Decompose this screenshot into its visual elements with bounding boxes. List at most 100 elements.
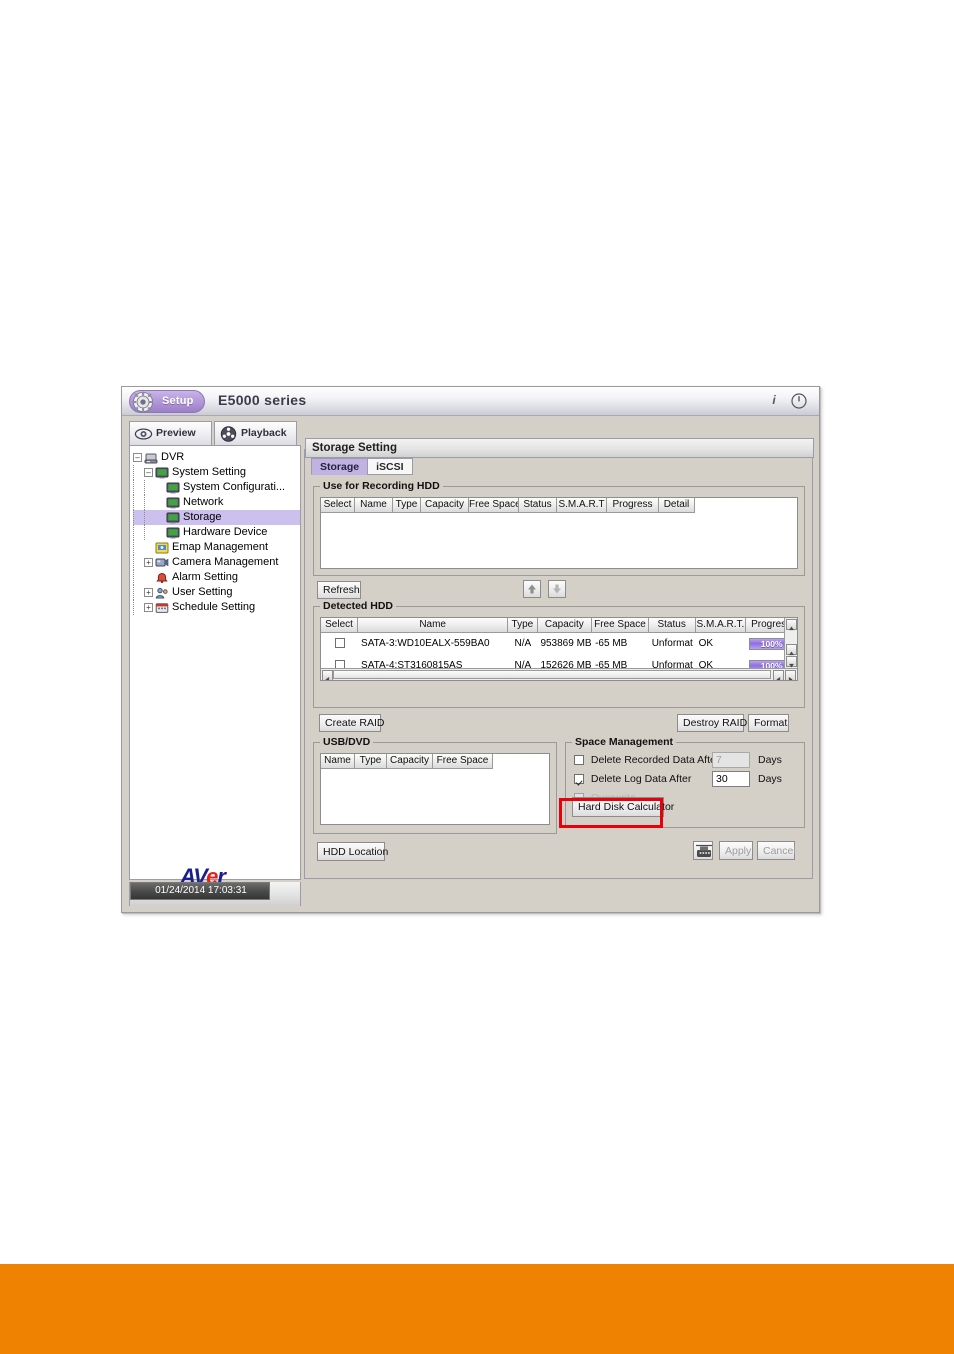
recording-hdd-column-header[interactable]: Capacity xyxy=(421,498,469,513)
navigation-tree[interactable]: – DVR – System Setting System Configurati..… xyxy=(129,445,301,880)
power-icon[interactable] xyxy=(791,393,807,409)
recording-hdd-column-header[interactable]: Free Space xyxy=(469,498,519,513)
setup-button[interactable]: Setup xyxy=(129,390,205,413)
tab-playback[interactable]: Playback xyxy=(214,421,297,445)
collapse-toggle-icon[interactable]: – xyxy=(133,453,142,462)
hdd-location-button[interactable]: HDD Location xyxy=(317,842,388,861)
tree-guide xyxy=(133,540,143,555)
sidebar-item-hardware-device[interactable]: Hardware Device xyxy=(133,525,300,540)
sidebar-item-label: DVR xyxy=(161,451,185,463)
sidebar-item-network[interactable]: Network xyxy=(133,495,300,510)
sidebar-item-label: Storage xyxy=(183,511,222,523)
sidebar-item-system-configurati[interactable]: System Configurati... xyxy=(133,480,300,495)
window-titlebar: Setup E5000 series i xyxy=(122,387,819,416)
monitor-green-icon xyxy=(155,467,169,479)
expand-toggle-icon[interactable]: + xyxy=(144,558,153,567)
move-up-button[interactable] xyxy=(523,580,541,598)
delete-log-data-checkbox[interactable] xyxy=(574,774,584,785)
scroll-right-button-b[interactable] xyxy=(785,670,796,680)
recording-hdd-column-header[interactable]: Name xyxy=(355,498,393,513)
collapse-toggle-icon[interactable]: – xyxy=(144,468,153,477)
info-icon[interactable]: i xyxy=(767,393,781,409)
mode-tab-bar: Preview Playback xyxy=(129,421,301,445)
detected-hdd-column-header[interactable]: Free Space xyxy=(592,618,649,633)
row-select-checkbox[interactable] xyxy=(334,638,345,649)
detected-hdd-column-header[interactable]: Name xyxy=(358,618,509,633)
delete-recorded-data-checkbox[interactable] xyxy=(574,755,584,766)
sidebar-item-schedule-setting[interactable]: + Schedule Setting xyxy=(133,600,300,615)
expand-toggle-icon[interactable]: + xyxy=(144,603,153,612)
cell-capacity: 953869 MB xyxy=(540,638,592,649)
scroll-down-button[interactable] xyxy=(786,656,797,668)
detected-hdd-table[interactable]: Select Name Type Capacity Free Space Status S.… xyxy=(320,617,798,681)
detected-hdd-column-header[interactable]: Select xyxy=(321,618,359,633)
save-device-button[interactable] xyxy=(693,841,713,860)
sidebar-item-dvr[interactable]: – DVR xyxy=(133,450,300,465)
sidebar-item-camera-management[interactable]: + Camera Management xyxy=(133,555,300,570)
usb-dvd-column-header[interactable]: Capacity xyxy=(387,754,433,769)
dvr-icon xyxy=(144,452,158,464)
cancel-button[interactable]: Cancel xyxy=(757,841,796,860)
format-button[interactable]: Format xyxy=(748,714,789,732)
table-row[interactable]: SATA-3:WD10EALX-559BA0 N/A 953869 MB -65 MB… xyxy=(321,633,797,655)
horizontal-scroll-thumb[interactable] xyxy=(333,670,771,679)
delete-recorded-days-input[interactable]: 7 xyxy=(712,752,750,768)
sidebar-item-system-setting[interactable]: – System Setting xyxy=(133,465,300,480)
annotation-highlight-box xyxy=(559,798,663,828)
camera-icon xyxy=(155,558,169,566)
monitor-green-icon xyxy=(166,482,180,493)
usb-dvd-header-row: Name Type Capacity Free Space xyxy=(321,754,549,769)
eye-icon xyxy=(134,428,153,440)
tree-guide xyxy=(144,510,154,525)
usb-dvd-column-header[interactable]: Free Space xyxy=(433,754,493,769)
gear-icon xyxy=(132,391,154,413)
delete-log-data-label: Delete Log Data After xyxy=(590,773,692,786)
scroll-up-button[interactable] xyxy=(786,619,797,631)
delete-log-days-input[interactable]: 30 xyxy=(712,771,750,787)
sidebar-item-alarm-setting[interactable]: Alarm Setting xyxy=(133,570,300,585)
window-title: E5000 series xyxy=(218,392,307,408)
recording-hdd-column-header[interactable]: Select xyxy=(321,498,355,513)
tree-guide xyxy=(133,600,143,615)
usb-dvd-table[interactable]: Name Type Capacity Free Space xyxy=(320,753,550,825)
save-device-icon xyxy=(696,844,712,857)
sidebar-item-storage[interactable]: Storage xyxy=(133,510,300,525)
recording-hdd-column-header[interactable]: Type xyxy=(393,498,421,513)
refresh-button[interactable]: Refresh xyxy=(317,581,361,599)
usb-dvd-column-header[interactable]: Name xyxy=(321,754,355,769)
usb-dvd-column-header[interactable]: Type xyxy=(355,754,387,769)
detected-hdd-column-header[interactable]: Capacity xyxy=(537,618,593,633)
setup-button-label: Setup xyxy=(162,395,194,407)
tree-leaf-marker xyxy=(155,528,164,537)
tab-preview[interactable]: Preview xyxy=(129,421,212,445)
detected-hdd-column-header[interactable]: Status xyxy=(648,618,696,633)
move-down-button[interactable] xyxy=(548,580,566,598)
tree-guide xyxy=(133,555,143,570)
detected-hdd-horizontal-scrollbar[interactable] xyxy=(321,668,797,680)
tree-guide xyxy=(133,495,143,510)
emap-icon xyxy=(155,542,169,553)
tab-storage[interactable]: Storage xyxy=(311,458,369,475)
sidebar-item-label: Emap Management xyxy=(172,541,268,553)
sidebar-item-emap-management[interactable]: Emap Management xyxy=(133,540,300,555)
create-raid-button[interactable]: Create RAID xyxy=(319,714,385,732)
scroll-right-button-a[interactable] xyxy=(773,670,784,680)
recording-hdd-column-header[interactable]: Status xyxy=(519,498,557,513)
recording-hdd-column-header[interactable]: S.M.A.R.T xyxy=(557,498,607,513)
expand-toggle-icon[interactable]: + xyxy=(144,588,153,597)
scroll-left-button[interactable] xyxy=(322,670,333,680)
cell-smart: OK xyxy=(698,638,714,649)
tree-leaf-marker xyxy=(155,513,164,522)
sidebar-item-user-setting[interactable]: + User Setting xyxy=(133,585,300,600)
apply-button[interactable]: Apply xyxy=(719,841,753,860)
sidebar-item-label: Camera Management xyxy=(172,556,279,568)
scroll-thumb-up-button[interactable] xyxy=(786,644,797,656)
recording-hdd-column-header[interactable]: Detail xyxy=(659,498,695,513)
recording-hdd-table[interactable]: Select Name Type Capacity Free Space Status S.… xyxy=(320,497,798,569)
destroy-raid-button[interactable]: Destroy RAID xyxy=(677,714,747,732)
detected-hdd-column-header[interactable]: Type xyxy=(508,618,538,633)
recording-hdd-column-header[interactable]: Progress xyxy=(607,498,659,513)
tab-iscsi[interactable]: iSCSI xyxy=(367,458,413,475)
tree-guide xyxy=(144,525,154,540)
detected-hdd-column-header[interactable]: S.M.A.R.T. xyxy=(695,618,747,633)
